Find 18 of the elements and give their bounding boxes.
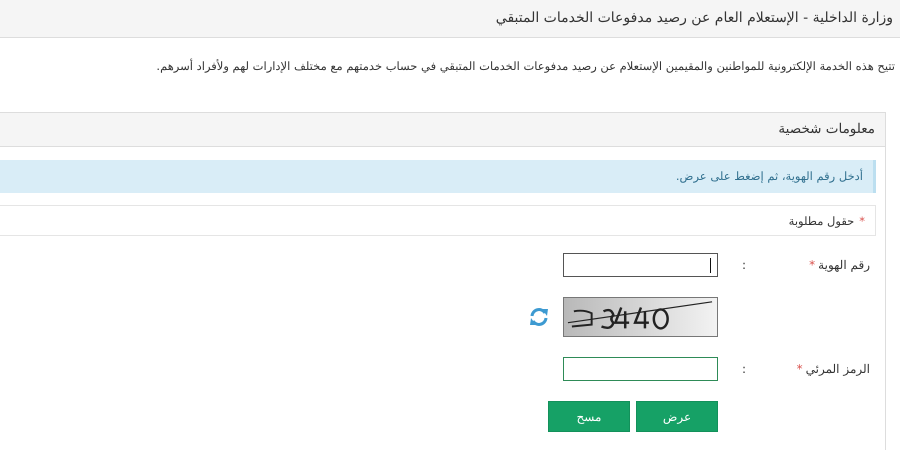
colon: : bbox=[740, 362, 748, 376]
info-message: أدخل رقم الهوية، ثم إضغط على عرض. bbox=[0, 160, 876, 193]
field-label: رقم الهوية bbox=[818, 258, 870, 272]
page-title: وزارة الداخلية - الإستعلام العام عن رصيد مدفوعات الخدمات المتبقي bbox=[0, 0, 900, 38]
field-label: الرمز المرئي bbox=[806, 362, 870, 376]
service-description: تتيح هذه الخدمة الإلكترونية للمواطنين والمقيمين الإستعلام عن رصيد مدفوعات الخدمات المتبقي في حساب خدمتهم مع مختلف الإدارات لهم ولأفراد أسرهم. bbox=[155, 58, 896, 75]
input-field[interactable] bbox=[563, 357, 718, 381]
required-mark: * bbox=[796, 362, 803, 376]
clear-button[interactable]: مسح bbox=[548, 401, 630, 432]
colon: : bbox=[740, 258, 748, 272]
panel-heading: معلومات شخصية bbox=[0, 113, 885, 147]
required-mark: * bbox=[809, 258, 816, 272]
input-field[interactable] bbox=[563, 253, 718, 277]
refresh-icon[interactable] bbox=[528, 306, 550, 328]
text-cursor bbox=[710, 258, 711, 273]
view-button[interactable]: عرض bbox=[636, 401, 718, 432]
required-mark: * bbox=[859, 214, 865, 230]
required-note: حقول مطلوبة bbox=[788, 214, 854, 230]
